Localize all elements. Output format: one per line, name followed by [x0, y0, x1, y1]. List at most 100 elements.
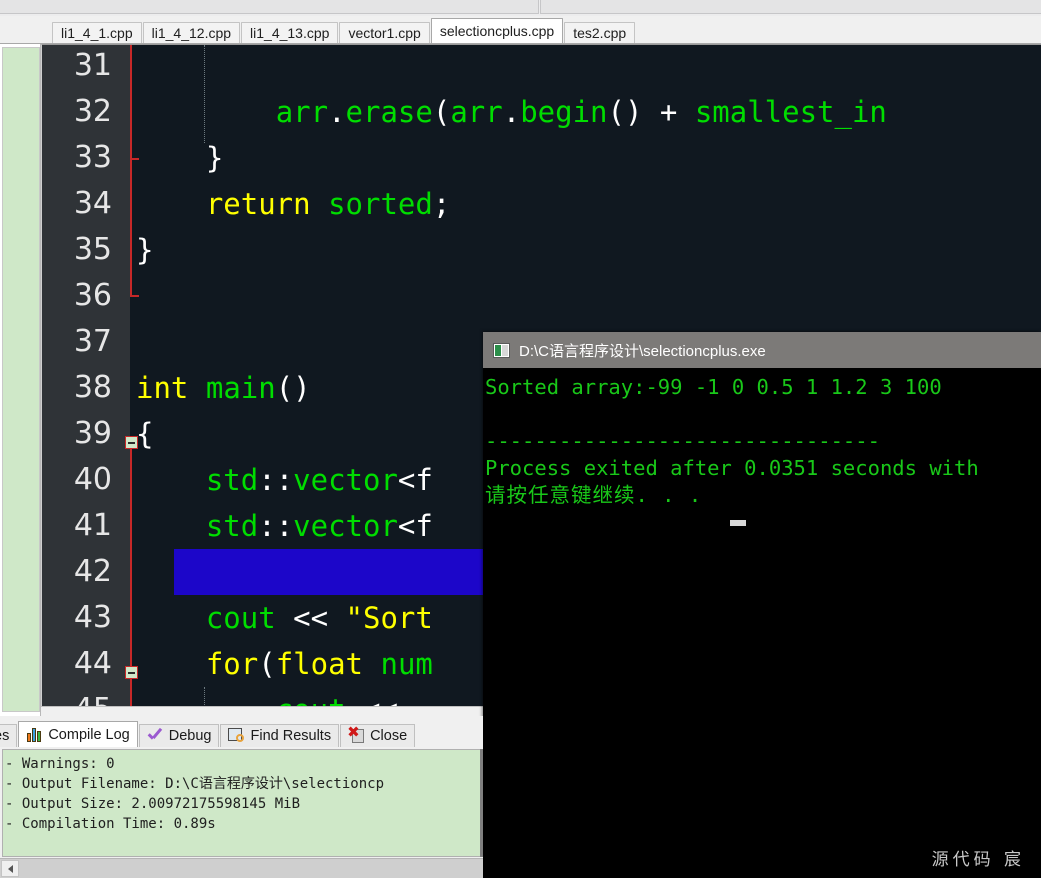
code-line[interactable]: }: [136, 135, 223, 181]
line-number: 42: [42, 549, 112, 595]
line-number: 35: [42, 227, 112, 273]
editor-tab-li1-4-13-cpp[interactable]: li1_4_13.cpp: [241, 22, 338, 43]
code-token: std: [206, 509, 258, 543]
bar-chart-icon: [26, 727, 43, 743]
code-line[interactable]: arr.erase(arr.begin() + smallest_in: [136, 89, 887, 135]
line-number: 40: [42, 457, 112, 503]
compile-log-line: - Compilation Time: 0.89s: [5, 814, 480, 834]
console-output-lines: Sorted array:-99 -1 0 0.5 1 1.2 3 100 --…: [483, 374, 1041, 509]
code-token: float: [276, 647, 363, 681]
code-token: sorted: [328, 187, 433, 221]
bottom-tab-compile-log[interactable]: Compile Log: [18, 721, 137, 747]
editor-tab-selectioncplus-cpp[interactable]: selectioncplus.cpp: [431, 18, 563, 43]
compile-log-lines: - Warnings: 0- Output Filename: D:\C语言程序…: [5, 754, 480, 834]
editor-tab-vector1-cpp[interactable]: vector1.cpp: [339, 22, 429, 43]
left-side-panel[interactable]: [0, 44, 41, 716]
console-line: 请按任意键继续. . .: [483, 482, 1041, 509]
console-line: --------------------------------: [483, 428, 1041, 455]
check-icon: [147, 728, 164, 744]
code-token: <f: [398, 463, 433, 497]
code-token: "Sort: [346, 601, 433, 635]
magnifier-icon: [228, 728, 245, 744]
code-fold-column[interactable]: [130, 45, 134, 716]
code-token: int: [136, 371, 188, 405]
line-number: 33: [42, 135, 112, 181]
compile-log-line: - Output Size: 2.00972175598145 MiB: [5, 794, 480, 814]
top-toolbar-strip: [0, 0, 1041, 16]
bottom-tab-list: es Compile Log Debug Find Results Close: [0, 721, 416, 747]
close-x-icon: [348, 728, 365, 744]
code-token: [136, 509, 206, 543]
bottom-tab-find-results[interactable]: Find Results: [220, 724, 339, 747]
code-token: std: [206, 463, 258, 497]
watermark-text: 源代码 宸: [932, 845, 1025, 870]
editor-tab-tes2-cpp[interactable]: tes2.cpp: [564, 22, 635, 43]
bottom-tab-label: Debug: [169, 728, 212, 744]
code-line[interactable]: cout << "Sort: [136, 595, 433, 641]
code-token: .: [328, 95, 345, 129]
code-token: [136, 187, 206, 221]
code-token: vector: [293, 509, 398, 543]
code-token: arr: [450, 95, 502, 129]
bottom-tab-debug[interactable]: Debug: [139, 724, 220, 747]
code-token: return: [206, 187, 311, 221]
compile-log-scrollbar[interactable]: [480, 749, 483, 857]
bottom-tab-close[interactable]: Close: [340, 724, 415, 747]
toolbar-panel-left: [0, 0, 539, 14]
code-line[interactable]: return sorted;: [136, 181, 450, 227]
bottom-horizontal-scrollbar[interactable]: [0, 858, 483, 878]
code-line[interactable]: std::vector<f: [136, 503, 433, 549]
bottom-tab-label: Find Results: [250, 728, 331, 744]
code-token: [136, 647, 206, 681]
code-line[interactable]: }: [136, 227, 153, 273]
code-token: main: [206, 371, 276, 405]
console-line: Sorted array:-99 -1 0 0.5 1 1.2 3 100: [483, 374, 1041, 401]
code-token: }: [136, 233, 153, 267]
code-token: <<: [276, 601, 346, 635]
code-token: [188, 371, 205, 405]
indent-guide: [204, 45, 206, 143]
code-token: (): [276, 371, 311, 405]
bottom-tab-label: Close: [370, 728, 407, 744]
console-line: [483, 401, 1041, 428]
toolbar-panel-right: [540, 0, 1041, 14]
line-number: 38: [42, 365, 112, 411]
code-token: vector: [293, 463, 398, 497]
code-line[interactable]: for(float num: [136, 641, 433, 687]
line-number: 41: [42, 503, 112, 549]
scroll-left-arrow-icon[interactable]: [1, 860, 19, 877]
line-number: 43: [42, 595, 112, 641]
code-line[interactable]: std::vector<f: [136, 457, 433, 503]
code-token: num: [380, 647, 432, 681]
compile-log-line: - Output Filename: D:\C语言程序设计\selectionc…: [5, 774, 480, 794]
console-window[interactable]: D:\C语言程序设计\selectioncplus.exe Sorted arr…: [483, 332, 1041, 878]
fold-rail: [130, 45, 132, 297]
code-token: <f: [398, 509, 433, 543]
code-token: begin: [520, 95, 607, 129]
code-line[interactable]: {: [136, 411, 153, 457]
bottom-tab-es[interactable]: es: [0, 724, 17, 747]
code-token: {: [136, 417, 153, 451]
line-number: 39: [42, 411, 112, 457]
line-number-gutter: 313233343536373839404142434445: [42, 45, 130, 716]
editor-bottom-edge: [41, 706, 483, 716]
console-title-bar[interactable]: D:\C语言程序设计\selectioncplus.exe: [483, 332, 1041, 368]
code-token: [363, 647, 380, 681]
code-token: smallest_in: [695, 95, 887, 129]
editor-tab-li1-4-1-cpp[interactable]: li1_4_1.cpp: [52, 22, 142, 43]
code-token: (: [433, 95, 450, 129]
selected-line-highlight: [174, 549, 527, 595]
bottom-tab-label: Compile Log: [48, 727, 129, 743]
code-line[interactable]: int main(): [136, 365, 311, 411]
code-token: +: [642, 95, 694, 129]
line-number: 31: [42, 44, 112, 89]
code-token: ;: [433, 187, 450, 221]
compile-log-box[interactable]: - Warnings: 0- Output Filename: D:\C语言程序…: [2, 749, 481, 857]
editor-tab-li1-4-12-cpp[interactable]: li1_4_12.cpp: [143, 22, 240, 43]
line-number: 34: [42, 181, 112, 227]
console-title-text: D:\C语言程序设计\selectioncplus.exe: [519, 340, 766, 361]
console-cursor: [730, 520, 746, 526]
bottom-tab-label: es: [0, 728, 9, 744]
code-token: erase: [346, 95, 433, 129]
bottom-panel: es Compile Log Debug Find Results Close - Wa…: [0, 716, 483, 878]
